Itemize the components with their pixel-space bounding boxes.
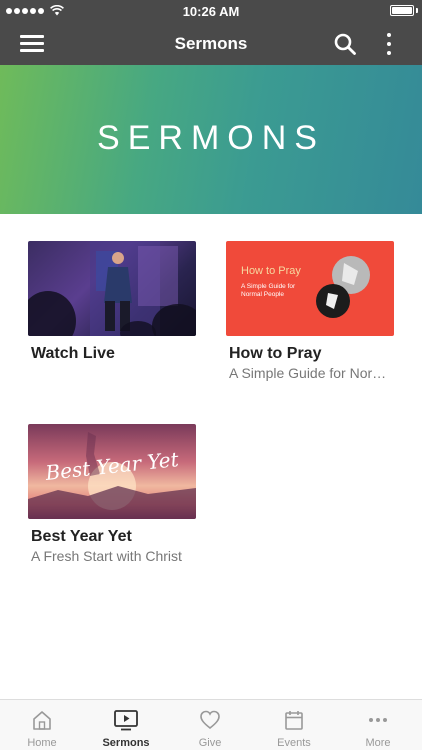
battery-icon: [390, 5, 414, 16]
navigation-bar: Sermons: [0, 22, 422, 65]
heart-icon: [200, 710, 220, 730]
tab-home[interactable]: Home: [0, 700, 84, 750]
card-subtitle: A Simple Guide for Normal People: [229, 365, 397, 381]
card-title: Watch Live: [31, 345, 115, 362]
watch-live-thumbnail: [28, 241, 196, 336]
page-title: Sermons: [174, 34, 248, 53]
card-title: Best Year Yet: [31, 528, 132, 545]
card-title: How to Pray: [229, 345, 322, 362]
tab-label: Home: [27, 737, 57, 749]
tab-bar: Home Sermons Give Events More: [0, 699, 422, 750]
home-icon: [33, 711, 51, 730]
tab-label: Events: [277, 737, 311, 749]
banner-title: SERMONS: [97, 119, 325, 157]
more-dots-icon: [369, 718, 387, 722]
tab-label: Give: [198, 737, 222, 749]
tab-label: More: [365, 737, 391, 749]
best-year-yet-thumbnail: Best Year Yet: [28, 424, 196, 519]
how-to-pray-thumbnail: How to Pray A Simple Guide for Normal Pe…: [226, 241, 394, 336]
card-subtitle: A Fresh Start with Christ: [31, 548, 182, 564]
search-icon[interactable]: [333, 32, 357, 56]
video-icon: [114, 710, 138, 731]
header-banner: SERMONS: [0, 65, 422, 214]
status-time: 10:26 AM: [182, 4, 240, 19]
calendar-icon: [285, 711, 303, 730]
tab-label: Sermons: [102, 737, 150, 749]
tab-more[interactable]: More: [336, 700, 420, 750]
tab-give[interactable]: Give: [168, 700, 252, 750]
tab-events[interactable]: Events: [252, 700, 336, 750]
status-bar: 10:26 AM: [0, 0, 422, 22]
more-options-icon[interactable]: [381, 31, 397, 57]
tab-sermons[interactable]: Sermons: [84, 700, 168, 750]
